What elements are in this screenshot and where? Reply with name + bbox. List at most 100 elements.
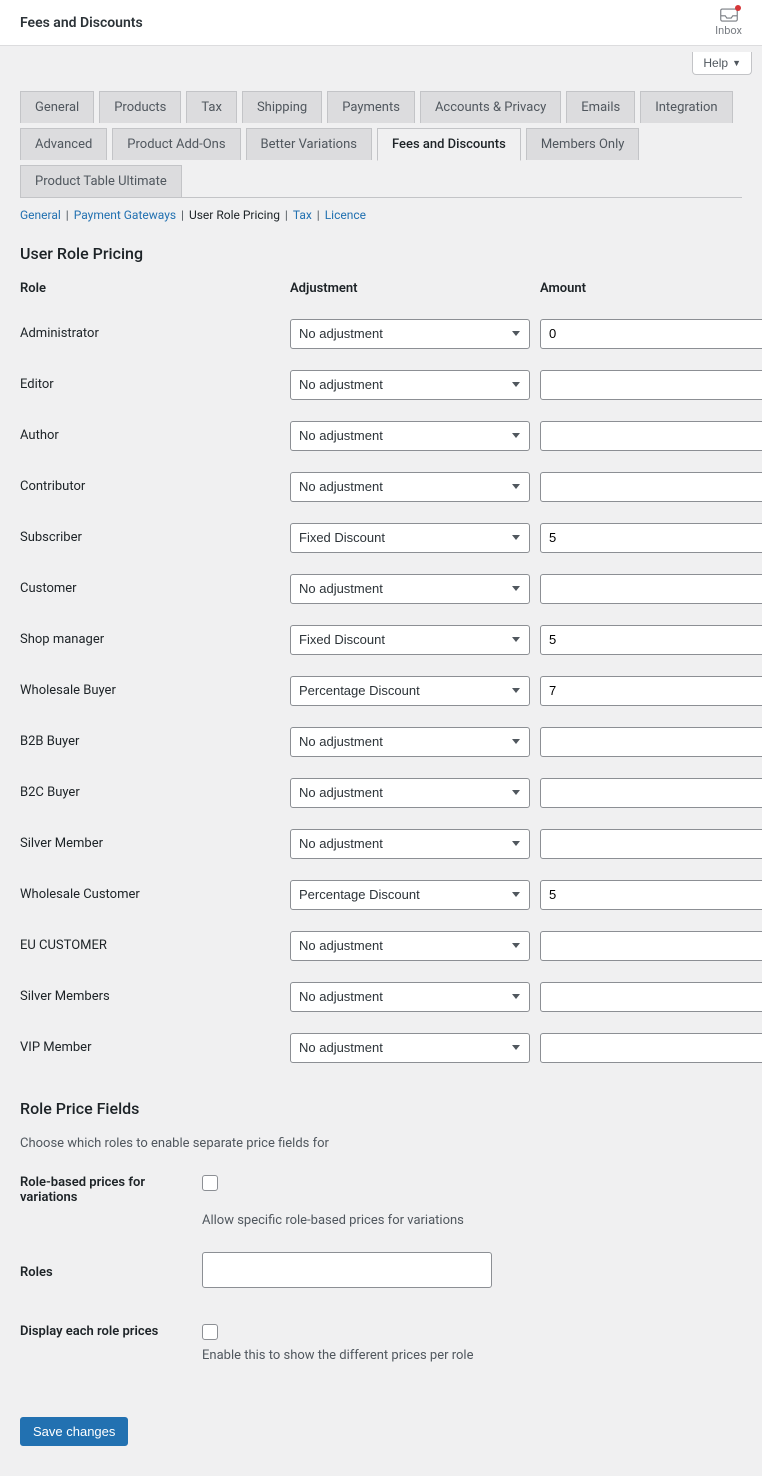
subnav-link-general[interactable]: General — [20, 208, 61, 222]
section-description: Choose which roles to enable separate pr… — [20, 1136, 742, 1151]
tab-payments[interactable]: Payments — [327, 91, 415, 123]
amount-input[interactable] — [540, 829, 762, 859]
tab-product-add-ons[interactable]: Product Add-Ons — [112, 128, 240, 160]
adjustment-select[interactable]: No adjustmentFixed DiscountPercentage Di… — [290, 472, 530, 502]
adjustment-select-wrap: No adjustmentFixed DiscountPercentage Di… — [290, 829, 530, 859]
header-adjustment: Adjustment — [290, 281, 530, 304]
adjustment-select-wrap: No adjustmentFixed DiscountPercentage Di… — [290, 370, 530, 400]
tab-tax[interactable]: Tax — [186, 91, 237, 123]
adjustment-select-wrap: No adjustmentFixed DiscountPercentage Di… — [290, 625, 530, 655]
roles-multiselect[interactable] — [202, 1252, 492, 1288]
help-bar: Help ▼ — [0, 46, 762, 81]
amount-input[interactable] — [540, 1033, 762, 1063]
adjustment-select-wrap: No adjustmentFixed DiscountPercentage Di… — [290, 574, 530, 604]
role-label: Subscriber — [20, 516, 280, 559]
tabs: GeneralProductsTaxShippingPaymentsAccoun… — [0, 91, 762, 197]
tab-emails[interactable]: Emails — [566, 91, 635, 123]
subnav-link-tax[interactable]: Tax — [293, 208, 312, 222]
adjustment-select[interactable]: No adjustmentFixed DiscountPercentage Di… — [290, 370, 530, 400]
subnav: General | Payment Gateways | User Role P… — [0, 198, 762, 222]
adjustment-select[interactable]: No adjustmentFixed DiscountPercentage Di… — [290, 982, 530, 1012]
adjustment-select[interactable]: No adjustmentFixed DiscountPercentage Di… — [290, 523, 530, 553]
adjustment-select-wrap: No adjustmentFixed DiscountPercentage Di… — [290, 982, 530, 1012]
chevron-down-icon: ▼ — [732, 58, 741, 68]
field-roles-label: Roles — [20, 1261, 190, 1280]
adjustment-select[interactable]: No adjustmentFixed DiscountPercentage Di… — [290, 676, 530, 706]
field-display-label: Display each role prices — [20, 1320, 190, 1339]
page-title: Fees and Discounts — [20, 15, 143, 31]
amount-input[interactable] — [540, 982, 762, 1012]
inbox-button[interactable]: Inbox — [715, 8, 742, 37]
role-label: Editor — [20, 363, 280, 406]
header-amount: Amount — [540, 281, 762, 304]
display-checkbox[interactable] — [202, 1324, 218, 1340]
tab-general[interactable]: General — [20, 91, 94, 123]
adjustment-select[interactable]: No adjustmentFixed DiscountPercentage Di… — [290, 880, 530, 910]
adjustment-select[interactable]: No adjustmentFixed DiscountPercentage Di… — [290, 625, 530, 655]
variations-help: Allow specific role-based prices for var… — [202, 1213, 742, 1228]
adjustment-select[interactable]: No adjustmentFixed DiscountPercentage Di… — [290, 727, 530, 757]
tab-accounts-privacy[interactable]: Accounts & Privacy — [420, 91, 561, 123]
amount-input[interactable] — [540, 370, 762, 400]
tab-fees-and-discounts[interactable]: Fees and Discounts — [377, 128, 521, 161]
tab-better-variations[interactable]: Better Variations — [246, 128, 372, 160]
role-label: Administrator — [20, 312, 280, 355]
amount-input[interactable] — [540, 880, 762, 910]
help-button[interactable]: Help ▼ — [692, 52, 752, 75]
amount-input[interactable] — [540, 319, 762, 349]
tab-shipping[interactable]: Shipping — [242, 91, 322, 123]
adjustment-select[interactable]: No adjustmentFixed DiscountPercentage Di… — [290, 778, 530, 808]
adjustment-select-wrap: No adjustmentFixed DiscountPercentage Di… — [290, 931, 530, 961]
tab-members-only[interactable]: Members Only — [526, 128, 640, 160]
adjustment-select[interactable]: No adjustmentFixed DiscountPercentage Di… — [290, 574, 530, 604]
adjustment-select-wrap: No adjustmentFixed DiscountPercentage Di… — [290, 727, 530, 757]
section-heading-user-role-pricing: User Role Pricing — [20, 244, 742, 263]
tab-advanced[interactable]: Advanced — [20, 128, 107, 160]
adjustment-select-wrap: No adjustmentFixed DiscountPercentage Di… — [290, 319, 530, 349]
role-label: VIP Member — [20, 1026, 280, 1069]
amount-input[interactable] — [540, 421, 762, 451]
adjustment-select-wrap: No adjustmentFixed DiscountPercentage Di… — [290, 880, 530, 910]
section-heading-role-price-fields: Role Price Fields — [20, 1099, 742, 1118]
role-label: Author — [20, 414, 280, 457]
adjustment-select-wrap: No adjustmentFixed DiscountPercentage Di… — [290, 421, 530, 451]
field-roles-row: Roles — [20, 1252, 742, 1288]
tab-products[interactable]: Products — [99, 91, 181, 123]
role-label: Wholesale Customer — [20, 873, 280, 916]
adjustment-select[interactable]: No adjustmentFixed DiscountPercentage Di… — [290, 421, 530, 451]
role-label: Contributor — [20, 465, 280, 508]
amount-input[interactable] — [540, 523, 762, 553]
adjustment-select-wrap: No adjustmentFixed DiscountPercentage Di… — [290, 1033, 530, 1063]
subnav-current: User Role Pricing — [189, 208, 280, 222]
role-label: Silver Members — [20, 975, 280, 1018]
adjustment-select[interactable]: No adjustmentFixed DiscountPercentage Di… — [290, 1033, 530, 1063]
adjustment-select[interactable]: No adjustmentFixed DiscountPercentage Di… — [290, 319, 530, 349]
role-label: EU CUSTOMER — [20, 924, 280, 967]
adjustment-select-wrap: No adjustmentFixed DiscountPercentage Di… — [290, 778, 530, 808]
amount-input[interactable] — [540, 574, 762, 604]
subnav-link-payment-gateways[interactable]: Payment Gateways — [74, 208, 176, 222]
role-label: B2B Buyer — [20, 720, 280, 763]
amount-input[interactable] — [540, 472, 762, 502]
role-label: Wholesale Buyer — [20, 669, 280, 712]
adjustment-select-wrap: No adjustmentFixed DiscountPercentage Di… — [290, 472, 530, 502]
adjustment-select[interactable]: No adjustmentFixed DiscountPercentage Di… — [290, 829, 530, 859]
role-label: B2C Buyer — [20, 771, 280, 814]
subnav-link-licence[interactable]: Licence — [325, 208, 366, 222]
adjustment-select-wrap: No adjustmentFixed DiscountPercentage Di… — [290, 676, 530, 706]
role-label: Silver Member — [20, 822, 280, 865]
tab-integration[interactable]: Integration — [640, 91, 732, 123]
adjustment-select[interactable]: No adjustmentFixed DiscountPercentage Di… — [290, 931, 530, 961]
amount-input[interactable] — [540, 778, 762, 808]
save-button[interactable]: Save changes — [20, 1417, 128, 1446]
role-label: Customer — [20, 567, 280, 610]
inbox-label: Inbox — [715, 24, 742, 37]
field-display-row: Display each role prices — [20, 1320, 742, 1340]
amount-input[interactable] — [540, 931, 762, 961]
variations-checkbox[interactable] — [202, 1175, 218, 1191]
display-help: Enable this to show the different prices… — [202, 1348, 742, 1363]
tab-product-table-ultimate[interactable]: Product Table Ultimate — [20, 165, 182, 197]
amount-input[interactable] — [540, 727, 762, 757]
amount-input[interactable] — [540, 625, 762, 655]
amount-input[interactable] — [540, 676, 762, 706]
